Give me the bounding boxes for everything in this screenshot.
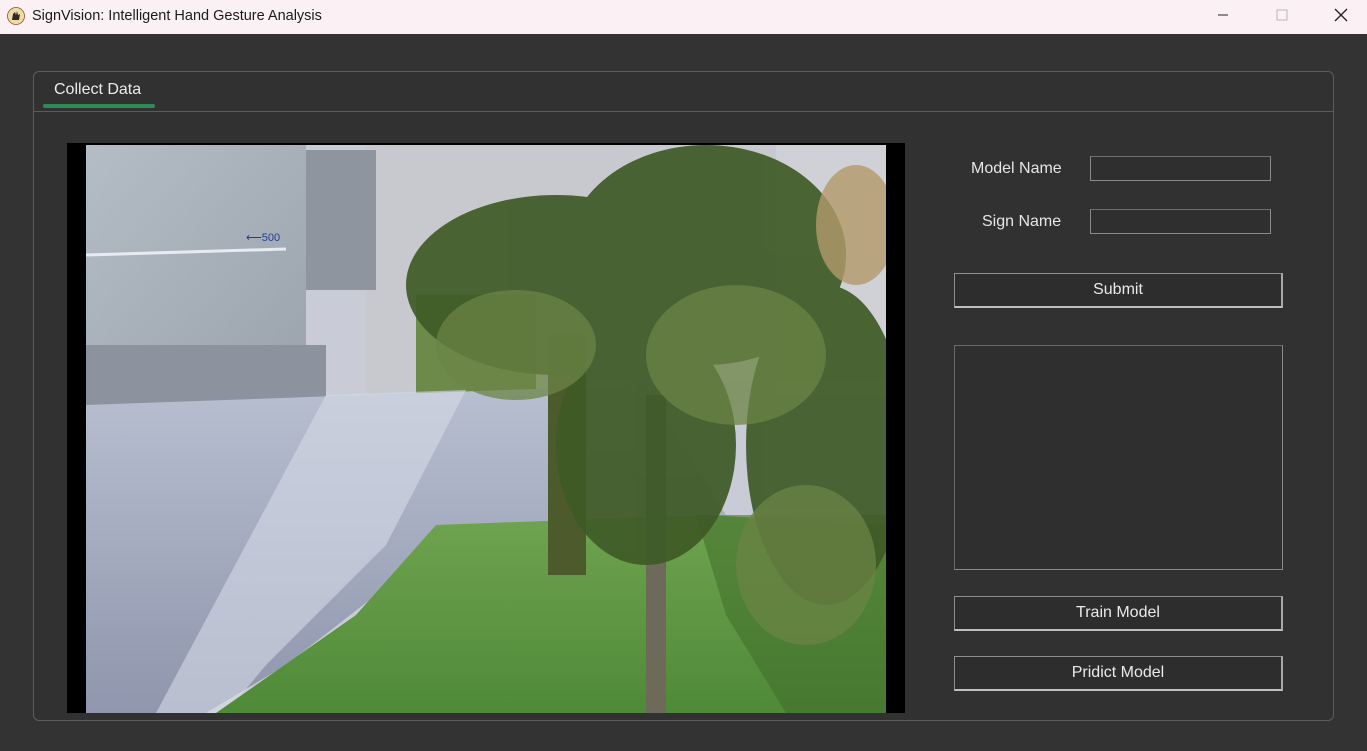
maximize-icon [1276, 8, 1288, 26]
camera-image: ⟵500 [86, 145, 886, 713]
close-icon [1334, 8, 1348, 27]
submit-button[interactable]: Submit [954, 273, 1283, 308]
model-name-field[interactable] [1090, 156, 1271, 181]
sign-name-field[interactable] [1090, 209, 1271, 234]
model-name-label: Model Name [971, 160, 1062, 177]
tab-label: Collect Data [54, 81, 142, 98]
train-model-button[interactable]: Train Model [954, 596, 1283, 631]
camera-feed: ⟵500 [67, 143, 905, 713]
window-title: SignVision: Intelligent Hand Gesture Ana… [32, 8, 322, 24]
tab-divider [34, 111, 1333, 112]
predict-model-button[interactable]: Pridict Model [954, 656, 1283, 691]
close-button[interactable] [1312, 0, 1367, 34]
maximize-button[interactable] [1253, 0, 1311, 34]
output-textbox[interactable] [954, 345, 1283, 570]
app-logo-icon [7, 7, 25, 25]
active-tab-indicator [43, 104, 155, 108]
tab-collect-data[interactable]: Collect Data [43, 76, 155, 108]
svg-text:⟵500: ⟵500 [246, 232, 280, 244]
title-bar: SignVision: Intelligent Hand Gesture Ana… [0, 0, 1367, 34]
minimize-button[interactable] [1194, 0, 1252, 34]
sign-name-label: Sign Name [982, 213, 1062, 230]
minimize-icon [1217, 8, 1229, 26]
